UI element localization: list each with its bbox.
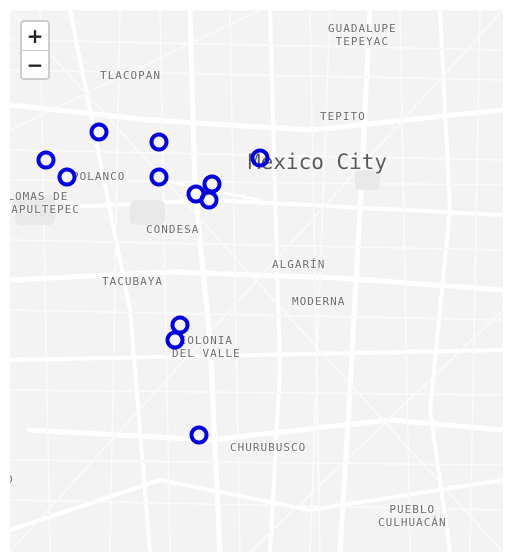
map-marker[interactable]	[165, 330, 185, 350]
zoom-control: + −	[20, 20, 50, 80]
map-marker[interactable]	[170, 315, 190, 335]
map-marker[interactable]	[36, 150, 56, 170]
map-marker[interactable]	[199, 190, 219, 210]
map-marker[interactable]	[89, 122, 109, 142]
map-marker[interactable]	[189, 425, 209, 445]
map-marker[interactable]	[149, 132, 169, 152]
map-marker[interactable]	[57, 167, 77, 187]
zoom-in-button[interactable]: +	[22, 22, 48, 50]
map-marker[interactable]	[202, 174, 222, 194]
map-marker[interactable]	[149, 167, 169, 187]
marker-layer	[36, 122, 270, 445]
map-view[interactable]: GUADALUPE TEPEYAC TLACOPAN TEPITO POLANC…	[10, 10, 503, 552]
zoom-out-button[interactable]: −	[22, 50, 48, 78]
map-marker[interactable]	[250, 148, 270, 168]
